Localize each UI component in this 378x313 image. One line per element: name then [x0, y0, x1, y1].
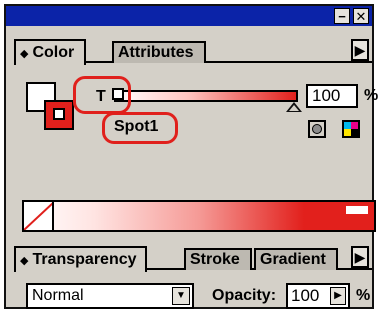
triangle-right-icon: ▶ — [354, 248, 366, 265]
opacity-value: 100 — [291, 286, 320, 305]
triangle-right-icon: ▶ — [354, 41, 366, 58]
minimize-icon: − — [338, 8, 346, 24]
tab-label: Color — [32, 44, 75, 61]
white-swatch[interactable] — [346, 206, 368, 214]
close-icon: ✕ — [355, 8, 367, 24]
chevron-down-icon[interactable]: ▼ — [172, 287, 190, 305]
highlight-circle-tint — [73, 76, 131, 114]
color-ramp[interactable] — [22, 200, 376, 232]
expand-toggle-icon: ◆ — [20, 47, 29, 60]
opacity-percent-sign: % — [356, 287, 371, 304]
tab-label: Stroke — [190, 251, 240, 268]
none-swatch[interactable] — [24, 202, 54, 230]
panel-menu-button-bottom[interactable]: ▶ — [351, 246, 369, 268]
panel-menu-button[interactable]: ▶ — [351, 39, 369, 61]
tint-input[interactable]: 100 — [306, 84, 358, 108]
tint-slider[interactable] — [114, 90, 298, 102]
blend-mode-select[interactable]: Normal ▼ — [26, 283, 194, 309]
tab-stroke[interactable]: Stroke — [184, 248, 252, 270]
opacity-input[interactable]: 100 ▶ — [286, 283, 350, 309]
expand-toggle-icon: ◆ — [20, 254, 29, 267]
triangle-right-icon[interactable]: ▶ — [330, 287, 346, 305]
fill-swatch-inner — [53, 108, 65, 120]
tab-attributes[interactable]: Attributes — [112, 41, 206, 63]
grayscale-icon[interactable] — [308, 120, 326, 138]
tint-slider-thumb[interactable] — [286, 102, 302, 112]
tab-label: Gradient — [260, 251, 326, 268]
tab-label: Attributes — [118, 44, 194, 61]
tab-gradient[interactable]: Gradient — [254, 248, 338, 270]
cmyk-icon[interactable] — [342, 120, 360, 138]
color-tab-row: ◆ Color Attributes ▶ — [14, 39, 372, 65]
tab-color[interactable]: ◆ Color — [14, 39, 87, 65]
opacity-label: Opacity: — [212, 287, 277, 304]
transparency-tab-row: ◆ Transparency Stroke Gradient ▶ — [14, 246, 372, 272]
highlight-circle-spot — [102, 112, 178, 144]
fill-swatch[interactable] — [44, 100, 74, 130]
blend-mode-value: Normal — [32, 287, 84, 304]
tab-label: Transparency — [32, 251, 137, 268]
color-palette-panel: − ✕ ◆ Color Attributes ▶ T 100 % Spot1 ◆… — [4, 4, 378, 309]
minimize-button[interactable]: − — [334, 8, 350, 24]
tab-transparency[interactable]: ◆ Transparency — [14, 246, 147, 272]
close-button[interactable]: ✕ — [353, 8, 369, 24]
title-bar[interactable]: − ✕ — [6, 6, 372, 26]
tint-percent-sign: % — [364, 87, 378, 104]
